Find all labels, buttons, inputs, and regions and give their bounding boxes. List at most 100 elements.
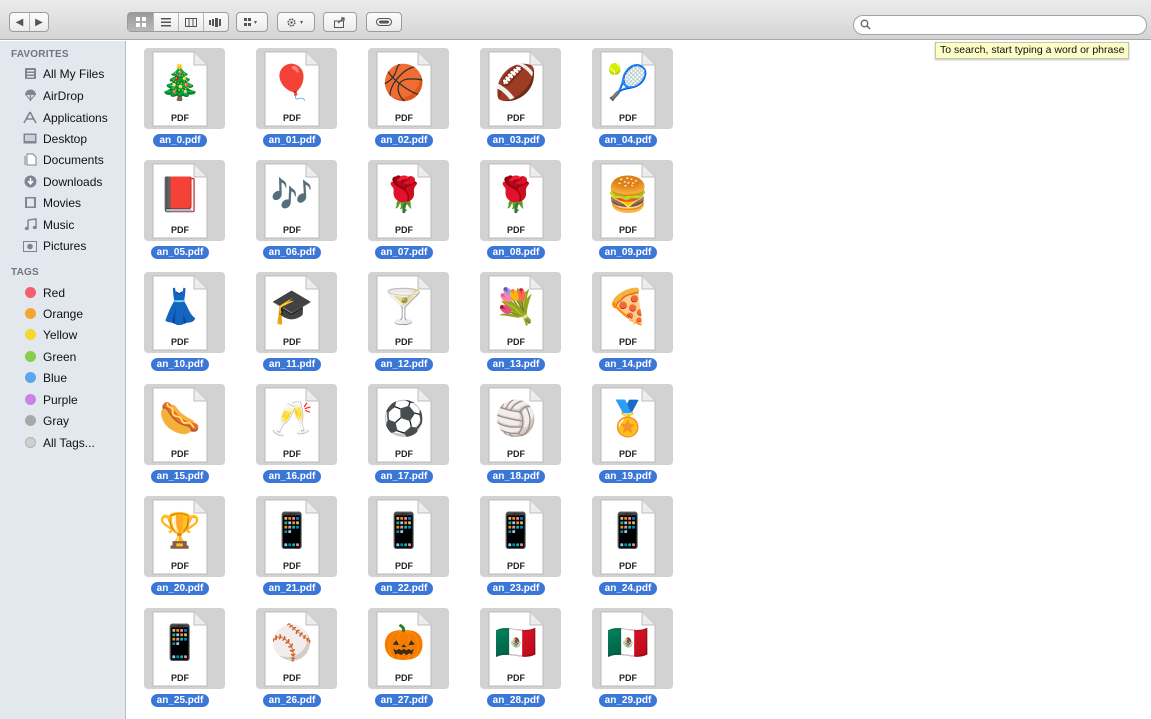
file-name-label: an_27.pdf — [374, 694, 434, 707]
pdf-type-label: PDF — [171, 337, 189, 347]
sidebar-tag-orange[interactable]: Orange — [0, 303, 125, 324]
file-item[interactable]: ⚽ PDF an_17.pdf — [352, 377, 456, 487]
file-item[interactable]: 🎶 PDF an_06.pdf — [240, 153, 344, 263]
search-field[interactable] — [853, 15, 1147, 35]
file-item[interactable]: 🍸 PDF an_12.pdf — [352, 265, 456, 375]
file-item[interactable]: 🏈 PDF an_03.pdf — [464, 41, 568, 151]
file-thumbnail-art: 🎈 — [270, 64, 314, 102]
file-item[interactable]: 🍕 PDF an_14.pdf — [576, 265, 680, 375]
red-tag-dot-icon — [24, 287, 36, 298]
file-thumbnail-art: 🇲🇽 — [494, 624, 538, 662]
sidebar-tag-green[interactable]: Green — [0, 346, 125, 367]
pdf-type-label: PDF — [619, 337, 637, 347]
pdf-type-label: PDF — [395, 225, 413, 235]
sidebar-item-all-my-files[interactable]: All My Files — [0, 63, 125, 84]
sidebar-item-music[interactable]: Music — [0, 214, 125, 235]
pdf-document-icon: 📱 PDF — [152, 611, 208, 687]
pdf-type-label: PDF — [507, 561, 525, 571]
file-thumbnail-art: ⚽ — [382, 400, 426, 438]
pdf-type-label: PDF — [619, 561, 637, 571]
forward-arrow-icon: ▶ — [35, 16, 43, 28]
file-item[interactable]: 🏅 PDF an_19.pdf — [576, 377, 680, 487]
file-item[interactable]: 💐 PDF an_13.pdf — [464, 265, 568, 375]
file-name-label: an_07.pdf — [374, 246, 434, 259]
file-item[interactable]: 🇲🇽 PDF an_29.pdf — [576, 601, 680, 711]
arrange-button[interactable] — [236, 12, 268, 32]
file-thumbnail-art: 🎃 — [382, 624, 426, 662]
file-thumbnail-art: 📱 — [494, 512, 538, 550]
file-name-label: an_06.pdf — [262, 246, 322, 259]
file-name-label: an_25.pdf — [150, 694, 210, 707]
file-thumbnail-art: 🍸 — [382, 288, 426, 326]
icon-view-button[interactable] — [128, 13, 154, 31]
file-item[interactable]: 🥂 PDF an_16.pdf — [240, 377, 344, 487]
sidebar-item-downloads[interactable]: Downloads — [0, 171, 125, 192]
pdf-document-icon: 📱 PDF — [488, 499, 544, 575]
file-item[interactable]: 📕 PDF an_05.pdf — [128, 153, 232, 263]
pdf-type-label: PDF — [619, 225, 637, 235]
file-name-label: an_08.pdf — [486, 246, 546, 259]
sidebar-tag-all-tags[interactable]: All Tags... — [0, 432, 125, 453]
file-item[interactable]: 📱 PDF an_23.pdf — [464, 489, 568, 599]
pdf-document-icon: 🏆 PDF — [152, 499, 208, 575]
action-menu-button[interactable] — [277, 12, 315, 32]
file-item[interactable]: 🎾 PDF an_04.pdf — [576, 41, 680, 151]
share-button[interactable] — [323, 12, 357, 32]
file-name-label: an_02.pdf — [374, 134, 434, 147]
sidebar-tag-red[interactable]: Red — [0, 282, 125, 303]
file-name-label: an_14.pdf — [598, 358, 658, 371]
file-name-label: an_03.pdf — [486, 134, 546, 147]
pdf-type-label: PDF — [395, 673, 413, 683]
pdf-type-label: PDF — [395, 449, 413, 459]
pdf-type-label: PDF — [283, 225, 301, 235]
coverflow-view-button[interactable] — [204, 13, 228, 31]
file-item[interactable]: 🎓 PDF an_11.pdf — [240, 265, 344, 375]
back-button[interactable]: ◀ — [10, 13, 30, 31]
file-item[interactable]: 🎃 PDF an_27.pdf — [352, 601, 456, 711]
file-item[interactable]: 📱 PDF an_25.pdf — [128, 601, 232, 711]
file-name-label: an_18.pdf — [486, 470, 546, 483]
sidebar-item-label: Applications — [43, 110, 108, 125]
edit-tags-button[interactable] — [366, 12, 402, 32]
file-item[interactable]: 🌹 PDF an_07.pdf — [352, 153, 456, 263]
file-item[interactable]: 🌹 PDF an_08.pdf — [464, 153, 568, 263]
sidebar-item-documents[interactable]: Documents — [0, 149, 125, 170]
file-item[interactable]: 🏐 PDF an_18.pdf — [464, 377, 568, 487]
sidebar-tag-yellow[interactable]: Yellow — [0, 324, 125, 345]
forward-button[interactable]: ▶ — [30, 13, 48, 31]
sidebar-item-airdrop[interactable]: AirDrop — [0, 85, 125, 106]
sidebar-item-movies[interactable]: Movies — [0, 192, 125, 213]
pdf-type-label: PDF — [283, 113, 301, 123]
file-name-label: an_17.pdf — [374, 470, 434, 483]
file-thumbnail-art: 🎶 — [270, 176, 314, 214]
sidebar-tag-purple[interactable]: Purple — [0, 389, 125, 410]
column-view-button[interactable] — [179, 13, 204, 31]
list-view-button[interactable] — [154, 13, 179, 31]
sidebar-tag-gray[interactable]: Gray — [0, 410, 125, 431]
file-item[interactable]: 🍔 PDF an_09.pdf — [576, 153, 680, 263]
file-item[interactable]: 🇲🇽 PDF an_28.pdf — [464, 601, 568, 711]
yellow-tag-dot-icon — [24, 329, 36, 340]
search-input[interactable] — [874, 18, 1140, 32]
pdf-type-label: PDF — [619, 449, 637, 459]
file-item[interactable]: 📱 PDF an_24.pdf — [576, 489, 680, 599]
share-icon — [334, 16, 345, 28]
view-mode-control — [127, 12, 229, 32]
file-item[interactable]: 📱 PDF an_22.pdf — [352, 489, 456, 599]
sidebar-item-desktop[interactable]: Desktop — [0, 128, 125, 149]
file-item[interactable]: 🌭 PDF an_15.pdf — [128, 377, 232, 487]
file-item[interactable]: 🎄 PDF an_0.pdf — [128, 41, 232, 151]
file-item[interactable]: ⚾ PDF an_26.pdf — [240, 601, 344, 711]
sidebar-item-pictures[interactable]: Pictures — [0, 235, 125, 256]
file-thumbnail-art: 📱 — [270, 512, 314, 550]
sidebar-item-applications[interactable]: Applications — [0, 107, 125, 128]
file-item[interactable]: 👗 PDF an_10.pdf — [128, 265, 232, 375]
file-item[interactable]: 🏆 PDF an_20.pdf — [128, 489, 232, 599]
file-thumbnail-art: 🌹 — [494, 176, 538, 214]
file-item[interactable]: 📱 PDF an_21.pdf — [240, 489, 344, 599]
sidebar-tag-blue[interactable]: Blue — [0, 367, 125, 388]
pdf-type-label: PDF — [507, 113, 525, 123]
file-item[interactable]: 🎈 PDF an_01.pdf — [240, 41, 344, 151]
file-item[interactable]: 🏀 PDF an_02.pdf — [352, 41, 456, 151]
movies-icon — [23, 196, 37, 210]
